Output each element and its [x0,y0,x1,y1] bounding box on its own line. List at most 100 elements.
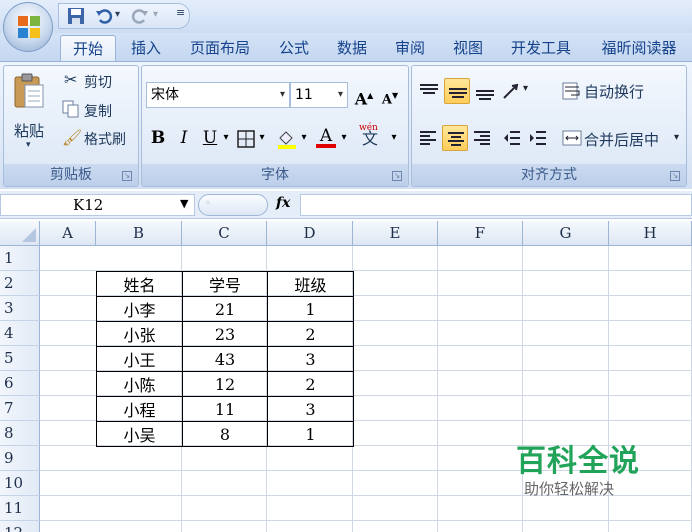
align-middle-button[interactable] [444,78,470,104]
fill-color-dropdown-icon[interactable]: ▾ [298,126,310,150]
table-cell[interactable]: 2 [267,371,354,397]
borders-icon[interactable] [236,129,256,149]
decrease-indent-icon[interactable] [502,128,522,148]
table-cell[interactable]: 11 [182,396,268,422]
tab-foxit-reader[interactable]: 福昕阅读器 [592,35,686,61]
tab-home[interactable]: 开始 [60,35,116,61]
cut-button[interactable]: 剪切 [84,72,112,92]
borders-dropdown-icon[interactable]: ▾ [256,126,268,150]
font-launcher-icon[interactable]: ↘ [392,171,402,181]
table-cell[interactable]: 小王 [96,346,183,372]
office-button[interactable] [3,2,53,52]
copy-button[interactable]: 复制 [84,101,112,121]
tab-page-layout[interactable]: 页面布局 [184,35,256,61]
tab-view[interactable]: 视图 [446,35,490,61]
font-color-button[interactable]: A [314,124,338,148]
align-center-button[interactable] [442,125,468,151]
underline-dropdown-icon[interactable]: ▾ [220,126,232,150]
grow-font-button[interactable]: A▲ [352,83,376,108]
table-cell[interactable]: 3 [267,346,354,372]
row-header-8[interactable]: 8 [0,421,40,446]
row-header-7[interactable]: 7 [0,396,40,421]
alignment-launcher-icon[interactable]: ↘ [670,171,680,181]
customize-qat-icon[interactable]: ≡ [176,6,185,19]
row-header-10[interactable]: 10 [0,471,40,496]
column-header-g[interactable]: G [523,221,609,246]
format-painter-button[interactable]: 格式刷 [84,129,126,149]
insert-function-button[interactable]: fx [276,195,290,211]
table-cell[interactable]: 1 [267,421,354,447]
name-box[interactable]: K12 [0,194,195,216]
tab-review[interactable]: 审阅 [388,35,432,61]
row-header-3[interactable]: 3 [0,296,40,321]
formula-input[interactable] [300,194,692,216]
column-header-f[interactable]: F [438,221,523,246]
table-cell[interactable]: 3 [267,396,354,422]
column-header-b[interactable]: B [96,221,182,246]
font-color-dropdown-icon[interactable]: ▾ [338,126,350,150]
table-cell[interactable]: 小张 [96,321,183,347]
save-icon[interactable] [67,7,85,25]
tab-formulas[interactable]: 公式 [272,35,316,61]
paste-dropdown-icon[interactable]: ▾ [26,140,31,150]
name-box-dropdown-icon[interactable]: ▼ [180,197,188,210]
row-header-5[interactable]: 5 [0,346,40,371]
undo-icon[interactable] [95,7,113,25]
fill-color-icon[interactable] [276,128,298,150]
align-right-icon[interactable] [472,128,492,148]
row-header-12[interactable]: 12 [0,521,40,532]
table-cell[interactable]: 小吴 [96,421,183,447]
column-header-h[interactable]: H [609,221,692,246]
redo-dropdown-icon[interactable]: ▾ [153,9,158,20]
table-cell[interactable]: 21 [182,296,268,322]
align-left-icon[interactable] [418,128,438,148]
increase-indent-icon[interactable] [528,128,548,148]
row-header-4[interactable]: 4 [0,321,40,346]
align-bottom-icon[interactable] [474,80,496,102]
merge-center-button[interactable]: 合并后居中 [584,129,659,150]
column-header-a[interactable]: A [40,221,96,246]
table-cell[interactable]: 1 [267,296,354,322]
table-cell[interactable]: 2 [267,321,354,347]
merge-center-dropdown-icon[interactable]: ▾ [674,132,679,143]
bold-button[interactable]: B [146,126,170,150]
orientation-dropdown-icon[interactable]: ▾ [523,83,528,94]
table-cell[interactable]: 小陈 [96,371,183,397]
font-family-dropdown-icon[interactable]: ▾ [280,83,285,107]
paste-button[interactable]: 粘贴 [14,120,44,141]
table-cell[interactable]: 小李 [96,296,183,322]
phonetic-button[interactable]: wén 文 [356,123,386,148]
orientation-icon[interactable] [500,80,522,102]
underline-button[interactable]: U [198,126,222,150]
italic-button[interactable]: I [172,126,196,150]
font-family-select[interactable]: 宋体 ▾ [146,82,290,108]
wrap-text-button[interactable]: 自动换行 [584,81,644,102]
row-header-9[interactable]: 9 [0,446,40,471]
table-cell[interactable]: 12 [182,371,268,397]
shrink-font-button[interactable]: A▼ [378,83,402,107]
font-size-select[interactable]: 11 ▾ [290,82,348,108]
font-size-dropdown-icon[interactable]: ▾ [338,83,343,107]
column-header-d[interactable]: D [267,221,353,246]
formula-bar-expander[interactable]: ◦ [198,194,268,216]
redo-icon[interactable] [131,7,149,25]
table-cell[interactable]: 43 [182,346,268,372]
row-header-2[interactable]: 2 [0,271,40,296]
table-header-cell[interactable]: 学号 [182,271,268,297]
row-header-1[interactable]: 1 [0,246,40,271]
undo-dropdown-icon[interactable]: ▾ [115,9,120,20]
column-header-e[interactable]: E [353,221,438,246]
phonetic-dropdown-icon[interactable]: ▾ [388,126,400,150]
tab-insert[interactable]: 插入 [124,35,168,61]
paste-icon[interactable] [13,72,45,110]
clipboard-launcher-icon[interactable]: ↘ [122,171,132,181]
table-header-cell[interactable]: 姓名 [96,271,183,297]
table-cell[interactable]: 23 [182,321,268,347]
align-top-icon[interactable] [418,80,440,102]
tab-developer[interactable]: 开发工具 [503,35,579,61]
column-header-c[interactable]: C [182,221,267,246]
row-header-11[interactable]: 11 [0,496,40,521]
tab-data[interactable]: 数据 [330,35,374,61]
row-header-6[interactable]: 6 [0,371,40,396]
select-all-button[interactable] [0,221,40,246]
